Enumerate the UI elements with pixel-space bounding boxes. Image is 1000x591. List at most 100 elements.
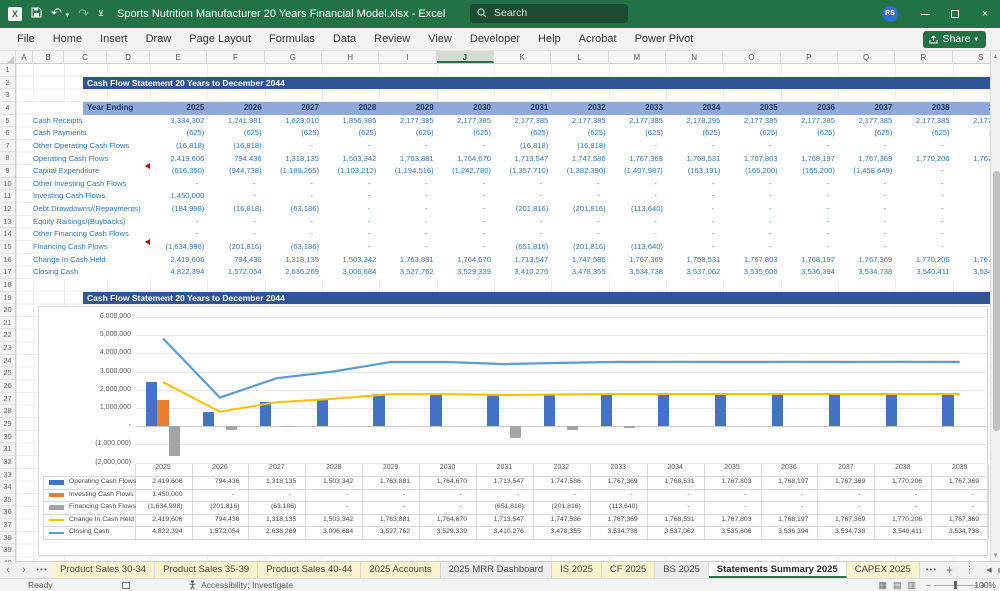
- ribbon-tab-developer[interactable]: Developer: [461, 28, 529, 51]
- user-avatar[interactable]: RS: [882, 6, 898, 22]
- ribbon-tab-home[interactable]: Home: [44, 28, 91, 51]
- sheet-tab-2025-mrr-dashboard[interactable]: 2025 MRR Dashboard: [441, 562, 553, 578]
- row-header-2[interactable]: 2: [0, 77, 15, 90]
- row-header-38[interactable]: 38: [0, 532, 15, 545]
- row-header-40[interactable]: 40: [0, 557, 15, 562]
- row-header-16[interactable]: 16: [0, 254, 15, 267]
- column-header-I[interactable]: I: [379, 51, 436, 63]
- sheet-tab-bs-2025[interactable]: BS 2025: [655, 562, 708, 578]
- row-header-8[interactable]: 8: [0, 152, 15, 165]
- row-header-24[interactable]: 24: [0, 355, 15, 368]
- column-header-B[interactable]: B: [33, 51, 64, 63]
- tabs-more-left-icon[interactable]: •••: [32, 562, 52, 578]
- column-header-P[interactable]: P: [781, 51, 838, 63]
- ribbon-tab-page-layout[interactable]: Page Layout: [180, 28, 260, 51]
- new-sheet-button[interactable]: +: [940, 563, 959, 577]
- sheet-tab-cf-2025[interactable]: CF 2025: [602, 562, 655, 578]
- column-header-K[interactable]: K: [494, 51, 551, 63]
- share-button[interactable]: Share ▾: [923, 31, 986, 48]
- ribbon-tab-review[interactable]: Review: [365, 28, 419, 51]
- row-header-3[interactable]: 3: [0, 89, 15, 102]
- hscroll-left-icon[interactable]: ◀: [980, 566, 997, 574]
- column-header-R[interactable]: R: [895, 51, 952, 63]
- zoom-level[interactable]: 100%: [974, 579, 996, 591]
- row-header-7[interactable]: 7: [0, 140, 15, 153]
- save-icon[interactable]: [31, 0, 42, 28]
- zoom-out-icon[interactable]: −: [926, 579, 931, 591]
- row-header-21[interactable]: 21: [0, 317, 15, 330]
- row-header-1[interactable]: 1: [0, 64, 15, 77]
- row-header-35[interactable]: 35: [0, 494, 15, 507]
- tab-splitter-icon[interactable]: ⋮: [959, 565, 981, 576]
- row-header-9[interactable]: 9: [0, 165, 15, 178]
- row-header-15[interactable]: 15: [0, 241, 15, 254]
- column-header-J[interactable]: J: [437, 51, 494, 63]
- row-header-14[interactable]: 14: [0, 228, 15, 241]
- row-header-39[interactable]: 39: [0, 544, 15, 557]
- column-header-G[interactable]: G: [265, 51, 322, 63]
- row-header-18[interactable]: 18: [0, 279, 15, 292]
- row-header-27[interactable]: 27: [0, 393, 15, 406]
- column-header-H[interactable]: H: [322, 51, 379, 63]
- sheet-tab-2025-accounts[interactable]: 2025 Accounts: [361, 562, 440, 578]
- zoom-slider-thumb[interactable]: [954, 581, 957, 589]
- column-header-N[interactable]: N: [666, 51, 723, 63]
- vertical-scrollbar[interactable]: ▲ ▼: [990, 51, 1000, 562]
- ribbon-tab-help[interactable]: Help: [529, 28, 570, 51]
- column-header-Q[interactable]: Q: [838, 51, 895, 63]
- ribbon-tab-draw[interactable]: Draw: [137, 28, 181, 51]
- row-header-34[interactable]: 34: [0, 481, 15, 494]
- row-header-10[interactable]: 10: [0, 178, 15, 191]
- row-header-28[interactable]: 28: [0, 405, 15, 418]
- column-header-S[interactable]: S: [953, 51, 990, 63]
- row-header-32[interactable]: 32: [0, 456, 15, 469]
- select-all-corner[interactable]: [0, 51, 16, 64]
- sheet-tab-capex-2025[interactable]: CAPEX 2025: [847, 562, 920, 578]
- column-header-L[interactable]: L: [551, 51, 608, 63]
- spreadsheet-grid[interactable]: 1234567891011121314151617181920212223242…: [0, 64, 990, 562]
- view-shortcuts[interactable]: ▦▤▥: [878, 579, 922, 591]
- row-header-11[interactable]: 11: [0, 190, 15, 203]
- tabs-more-right-icon[interactable]: •••: [920, 562, 940, 578]
- column-header-O[interactable]: O: [723, 51, 780, 63]
- column-header-E[interactable]: E: [150, 51, 207, 63]
- sheet-tab-statements-summary-2025[interactable]: Statements Summary 2025: [709, 562, 847, 578]
- row-header-33[interactable]: 33: [0, 469, 15, 482]
- macro-record-icon[interactable]: [122, 582, 130, 589]
- minimize-button[interactable]: [910, 0, 940, 28]
- scroll-up-icon[interactable]: ▲: [991, 51, 1000, 63]
- restore-button[interactable]: [940, 0, 970, 28]
- close-button[interactable]: ×: [970, 0, 1000, 28]
- undo-icon[interactable]: ↶ ▾: [51, 0, 69, 30]
- cash-flow-chart[interactable]: 6,000,0005,000,0004,000,0003,000,0002,00…: [38, 306, 988, 556]
- row-header-26[interactable]: 26: [0, 380, 15, 393]
- column-header-F[interactable]: F: [207, 51, 264, 63]
- row-header-17[interactable]: 17: [0, 266, 15, 279]
- row-header-6[interactable]: 6: [0, 127, 15, 140]
- row-header-29[interactable]: 29: [0, 418, 15, 431]
- sheet-tab-product-sales-40-44[interactable]: Product Sales 40-44: [258, 562, 361, 578]
- tabs-scroll-right-icon[interactable]: ›: [16, 562, 32, 578]
- row-header-13[interactable]: 13: [0, 216, 15, 229]
- accessibility-status[interactable]: Accessibility: Investigate: [188, 579, 293, 591]
- ribbon-tab-file[interactable]: File: [8, 28, 44, 51]
- search-input[interactable]: Search: [470, 4, 628, 23]
- vertical-scrollbar-thumb[interactable]: [993, 171, 1000, 431]
- sheet-tab-is-2025[interactable]: IS 2025: [552, 562, 602, 578]
- ribbon-tab-acrobat[interactable]: Acrobat: [570, 28, 626, 51]
- row-header-19[interactable]: 19: [0, 292, 15, 305]
- sheet-tab-product-sales-35-39[interactable]: Product Sales 35-39: [155, 562, 258, 578]
- tabs-scroll-left-icon[interactable]: ‹: [0, 562, 16, 578]
- ribbon-tab-power-pivot[interactable]: Power Pivot: [626, 28, 703, 51]
- row-header-23[interactable]: 23: [0, 342, 15, 355]
- ribbon-tab-view[interactable]: View: [419, 28, 461, 51]
- ribbon-tab-formulas[interactable]: Formulas: [260, 28, 324, 51]
- row-header-36[interactable]: 36: [0, 506, 15, 519]
- row-header-30[interactable]: 30: [0, 431, 15, 444]
- row-header-22[interactable]: 22: [0, 329, 15, 342]
- row-header-12[interactable]: 12: [0, 203, 15, 216]
- ribbon-tab-insert[interactable]: Insert: [91, 28, 137, 51]
- row-header-4[interactable]: 4: [0, 102, 15, 115]
- row-header-25[interactable]: 25: [0, 367, 15, 380]
- column-header-D[interactable]: D: [107, 51, 150, 63]
